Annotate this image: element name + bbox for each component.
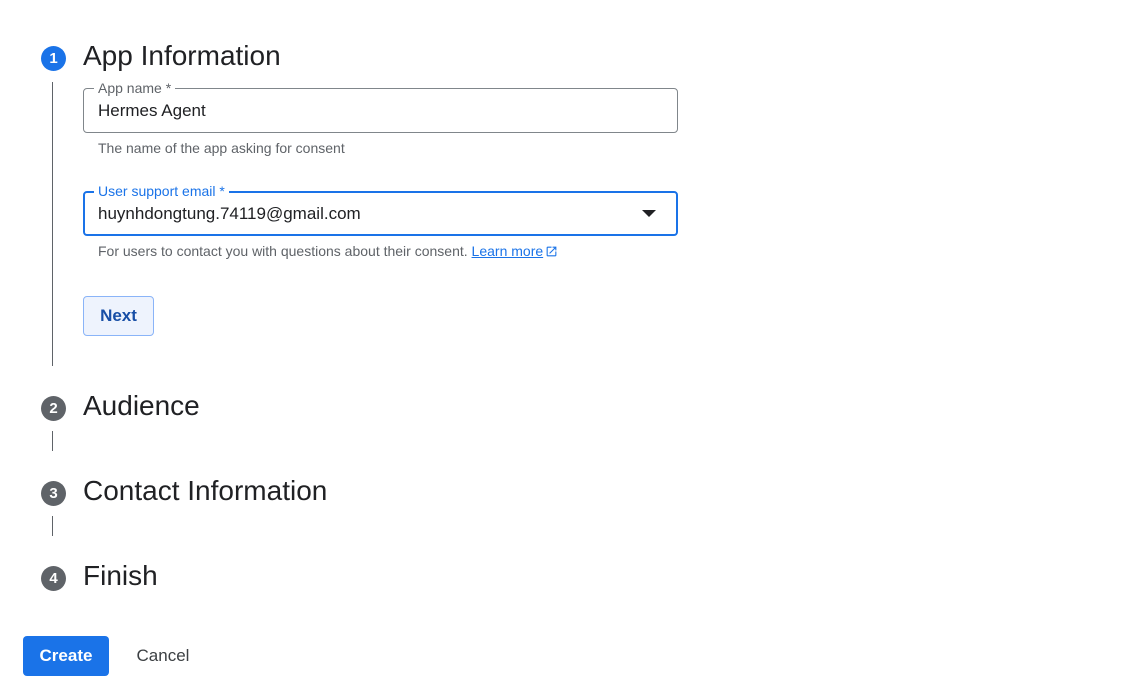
step-1-indicator: 1 [41,46,66,71]
learn-more-link[interactable]: Learn more [472,243,559,259]
step-4-number: 4 [49,570,58,587]
learn-more-label[interactable]: Learn more [472,243,544,259]
app-name-input[interactable]: Hermes Agent [98,101,206,121]
user-support-email-select[interactable]: User support email * huynhdongtung.74119… [83,182,678,236]
step-3-indicator: 3 [41,481,66,506]
step-2-number: 2 [49,400,58,417]
step-3-number: 3 [49,485,58,502]
step-4-indicator: 4 [41,566,66,591]
step-1-number: 1 [49,50,58,67]
user-support-email-hint: For users to contact you with questions … [98,243,468,259]
user-support-email-value[interactable]: huynhdongtung.74119@gmail.com [98,204,361,224]
create-button[interactable]: Create [23,636,109,676]
user-support-email-hint-row: For users to contact you with questions … [98,243,558,259]
user-support-email-label: User support email * [94,182,229,200]
app-name-hint: The name of the app asking for consent [98,140,345,156]
dropdown-arrow-icon[interactable] [642,210,656,217]
step-3-title[interactable]: Contact Information [83,477,327,505]
step-2-connector [52,431,53,451]
step-3-connector [52,516,53,536]
step-2-indicator: 2 [41,396,66,421]
open-in-new-icon[interactable] [545,245,558,258]
app-name-label: App name * [94,79,176,97]
step-1-connector [52,82,53,366]
step-4-title[interactable]: Finish [83,562,158,590]
oauth-consent-stepper: 1 App Information App name * Hermes Agen… [0,0,1133,690]
app-name-field[interactable]: App name * Hermes Agent [83,79,678,133]
step-1-title[interactable]: App Information [83,42,281,70]
next-button[interactable]: Next [83,296,154,336]
cancel-button[interactable]: Cancel [122,636,204,676]
step-2-title[interactable]: Audience [83,392,200,420]
